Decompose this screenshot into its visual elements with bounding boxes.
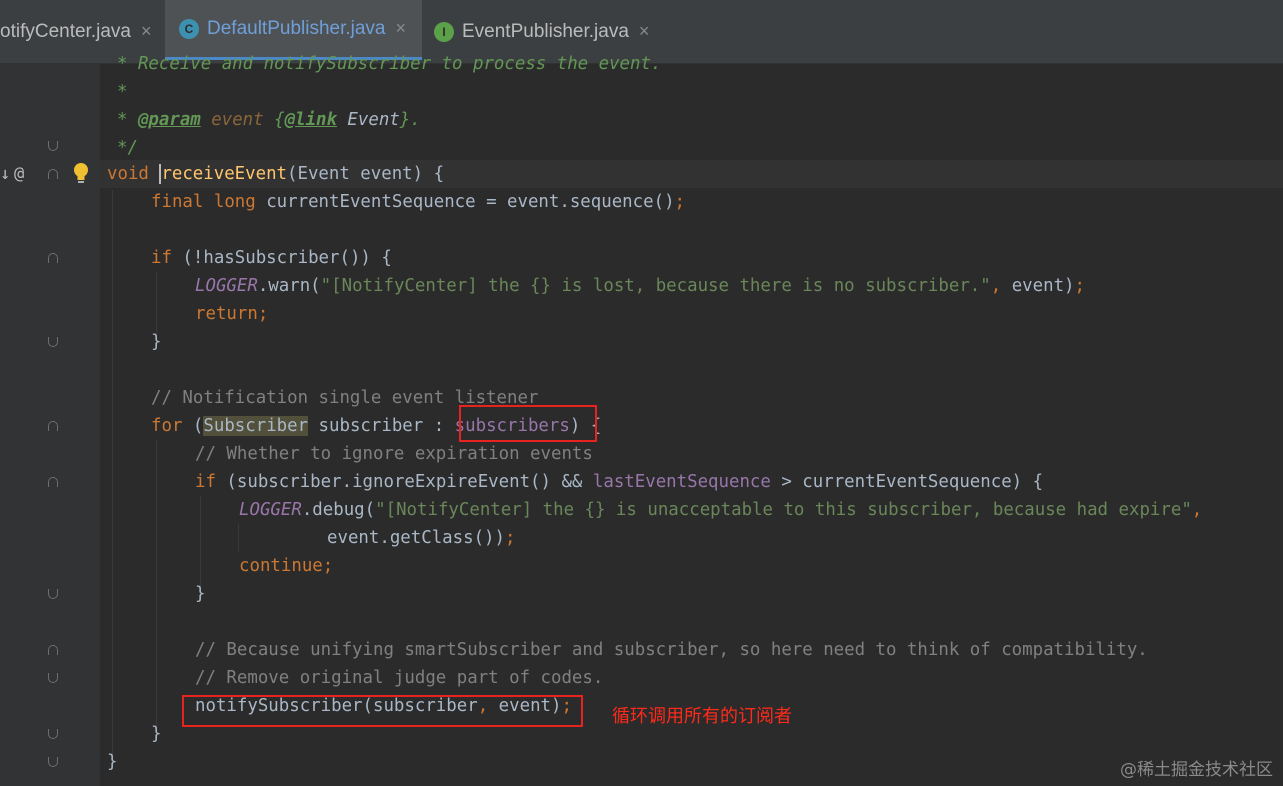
indent-guide <box>200 496 201 586</box>
indent-guide <box>112 190 113 756</box>
fold-marker-icon[interactable] <box>48 337 58 347</box>
code-line[interactable]: } <box>195 580 205 608</box>
fold-marker-icon[interactable] <box>48 589 58 599</box>
code-line[interactable]: * <box>117 78 127 106</box>
fold-marker-icon[interactable] <box>48 477 58 487</box>
code-line[interactable]: */ <box>117 134 138 162</box>
code-line[interactable]: } <box>107 748 117 776</box>
code-line[interactable]: if (subscriber.ignoreExpireEvent() && la… <box>195 468 1043 496</box>
fold-marker-icon[interactable] <box>48 169 58 179</box>
close-icon[interactable]: × <box>639 21 650 42</box>
watermark: @稀土掘金技术社区 <box>1120 760 1273 780</box>
code-line[interactable]: void receiveEvent(Event event) { <box>107 160 444 188</box>
code-line[interactable]: final long currentEventSequence = event.… <box>151 188 685 216</box>
code-line[interactable]: // Remove original judge part of codes. <box>195 664 603 692</box>
fold-marker-icon[interactable] <box>48 729 58 739</box>
fold-marker-icon[interactable] <box>48 253 58 263</box>
annotation-icon[interactable]: @ <box>14 160 24 188</box>
code-line[interactable]: } <box>151 328 161 356</box>
tab-label: EventPublisher.java <box>462 20 629 42</box>
indent-guide <box>156 272 157 334</box>
indent-guide <box>238 524 239 552</box>
fold-marker-icon[interactable] <box>48 757 58 767</box>
java-interface-icon: I <box>434 21 454 42</box>
code-line[interactable]: event.getClass()); <box>327 524 515 552</box>
highlight-box-notify <box>182 695 583 727</box>
close-icon[interactable]: × <box>141 21 152 42</box>
tab-label: DefaultPublisher.java <box>207 17 386 39</box>
code-line[interactable]: * @param event {@link Event}. <box>117 106 421 134</box>
tab-label: otifyCenter.java <box>0 20 131 42</box>
code-line[interactable]: continue; <box>239 552 333 580</box>
close-icon[interactable]: × <box>396 18 407 39</box>
indent-guide <box>156 440 157 728</box>
code-line[interactable]: // Whether to ignore expiration events <box>195 440 593 468</box>
fold-marker-icon[interactable] <box>48 421 58 431</box>
code-line[interactable]: // Because unifying smartSubscriber and … <box>195 636 1148 664</box>
annotation-label: 循环调用所有的订阅者 <box>612 706 792 727</box>
highlight-box-subscribers <box>459 405 597 442</box>
java-class-icon: C <box>179 18 199 39</box>
code-line[interactable]: LOGGER.warn("[NotifyCenter] the {} is lo… <box>195 272 1085 300</box>
lightbulb-icon[interactable] <box>72 162 90 186</box>
override-icon[interactable]: ↓ <box>0 160 10 188</box>
code-line[interactable]: } <box>151 720 161 748</box>
fold-marker-icon[interactable] <box>48 645 58 655</box>
code-line[interactable]: return; <box>195 300 268 328</box>
fold-marker-icon[interactable] <box>48 673 58 683</box>
code-line[interactable]: if (!hasSubscriber()) { <box>151 244 392 272</box>
fold-marker-icon[interactable] <box>48 141 58 151</box>
code-line[interactable]: LOGGER.debug("[NotifyCenter] the {} is u… <box>239 496 1202 524</box>
code-line[interactable]: * Receive and notifySubscriber to proces… <box>117 50 661 78</box>
